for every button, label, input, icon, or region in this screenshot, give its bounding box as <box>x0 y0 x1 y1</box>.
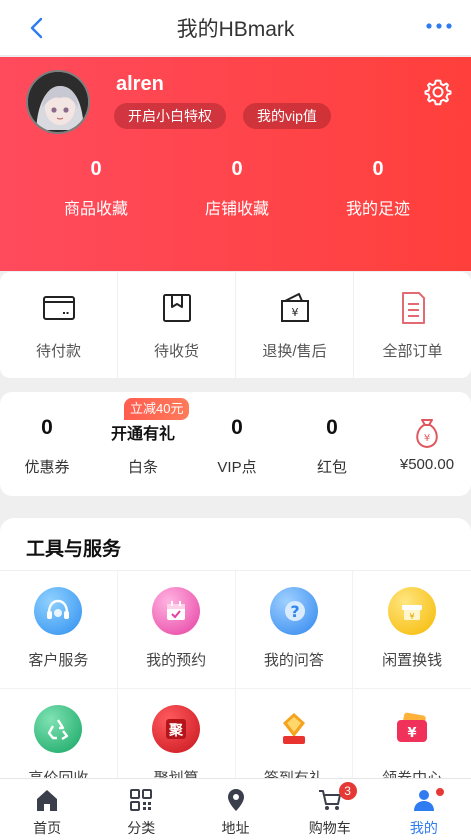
vip-points-label: VIP点 <box>217 459 257 476</box>
assets-card: 立减40元 0 优惠券 开通有礼 白条 0 VIP点 0 红包 ¥500.00 <box>0 392 471 496</box>
tool-customer-service[interactable]: 客户服务 <box>0 571 118 689</box>
category-icon <box>130 789 153 811</box>
favorite-shops-label: 店铺收藏 <box>204 201 269 218</box>
tab-category-label: 分类 <box>127 820 156 836</box>
gold-box-icon: ¥ <box>388 587 437 635</box>
order-pending-payment-label: 待付款 <box>35 343 81 360</box>
tab-home-label: 首页 <box>33 820 62 836</box>
order-list-icon <box>401 292 425 324</box>
footprint-label: 我的足迹 <box>345 201 410 218</box>
footprint-count: 0 <box>372 158 384 180</box>
tab-category[interactable]: 分类 <box>94 779 188 840</box>
order-pending-payment[interactable]: 待付款 <box>0 272 118 378</box>
top-nav-bar: 我的HBmark <box>0 0 471 56</box>
favorite-goods-label: 商品收藏 <box>63 201 128 218</box>
tool-idle-exchange-label: 闲置换钱 <box>382 652 443 669</box>
order-all-label: 全部订单 <box>382 343 443 360</box>
tool-qa-label: 我的问答 <box>263 652 324 669</box>
wallet-icon <box>42 296 75 320</box>
user-icon <box>413 790 434 811</box>
baitiao-label: 白条 <box>127 459 158 476</box>
order-all[interactable]: 全部订单 <box>354 272 471 378</box>
svg-text:¥: ¥ <box>408 726 417 741</box>
tab-address-label: 地址 <box>221 820 250 836</box>
coupon-count: 0 <box>41 416 53 439</box>
tools-title: 工具与服务 <box>26 539 122 560</box>
order-shortcuts: 待付款 待收货 ¥ 退换/售后 全部订单 <box>0 272 471 378</box>
favorite-goods-count: 0 <box>90 158 102 180</box>
tab-address[interactable]: 地址 <box>188 779 282 840</box>
tab-cart-label: 购物车 <box>308 820 351 836</box>
tab-cart[interactable]: 3 购物车 <box>283 779 377 840</box>
balance-amount: ¥500.00 <box>399 456 455 473</box>
profile-header: alren 开启小白特权 我的vip值 0 商品收藏 0 店铺收藏 0 我的足迹 <box>0 57 471 271</box>
promo-badge: 立减40元 <box>124 398 190 420</box>
money-bag-icon: ¥ <box>416 419 438 448</box>
favorite-shops-stat[interactable]: 0 店铺收藏 <box>177 155 297 219</box>
svg-text:¥: ¥ <box>291 306 298 319</box>
tab-home[interactable]: 首页 <box>0 779 94 840</box>
question-icon: ? <box>269 587 318 635</box>
coupon-icon: ¥ <box>388 705 436 753</box>
svg-text:?: ? <box>290 602 299 621</box>
red-packet-label: 红包 <box>316 459 347 476</box>
order-refund-label: 退换/售后 <box>262 343 327 360</box>
recycle-icon <box>34 705 83 753</box>
customer-service-icon <box>34 587 83 635</box>
baitiao-value: 开通有礼 <box>110 426 175 443</box>
order-refund-aftersale[interactable]: ¥ 退换/售后 <box>236 272 354 378</box>
white-privilege-tag[interactable]: 开启小白特权 <box>114 103 226 129</box>
location-icon <box>227 789 244 811</box>
tool-qa[interactable]: ? 我的问答 <box>235 571 354 689</box>
home-icon <box>37 790 58 811</box>
page-title: 我的HBmark <box>176 17 295 41</box>
svg-text:¥: ¥ <box>410 612 415 621</box>
refund-icon: ¥ <box>280 293 309 322</box>
tool-juhuasuan[interactable]: 聚 聚划算 <box>118 689 236 788</box>
checkin-icon <box>270 705 318 753</box>
calendar-icon <box>152 587 201 635</box>
cart-badge: 3 <box>338 782 357 800</box>
tool-appointment[interactable]: 我的预约 <box>117 571 236 689</box>
tools-section: 工具与服务 客户服务 我的预约 ? 我的问答 ¥ 闲置换钱 聚 ¥ <box>0 518 471 788</box>
vip-points-count: 0 <box>231 416 243 439</box>
order-pending-receipt[interactable]: 待收货 <box>118 272 236 378</box>
more-icon[interactable] <box>425 18 453 34</box>
back-arrow-icon[interactable] <box>26 16 50 40</box>
order-pending-receipt-label: 待收货 <box>153 343 199 360</box>
tab-mine[interactable]: 我的 <box>377 779 471 840</box>
favorite-goods-stat[interactable]: 0 商品收藏 <box>36 155 156 219</box>
package-icon <box>162 294 191 322</box>
tool-customer-service-label: 客户服务 <box>28 652 89 669</box>
coupon-label: 优惠券 <box>24 459 70 476</box>
tool-recycle[interactable]: 高价回收 <box>0 689 118 788</box>
tool-checkin[interactable]: 签到有礼 <box>236 689 354 788</box>
footprint-stat[interactable]: 0 我的足迹 <box>318 155 438 219</box>
tools-grid: 客户服务 我的预约 ? 我的问答 ¥ 闲置换钱 高价回收 <box>0 571 471 788</box>
settings-gear-icon[interactable] <box>423 77 453 107</box>
vip-value-tag[interactable]: 我的vip值 <box>243 103 331 129</box>
notification-dot <box>434 787 445 797</box>
tool-coupon-center[interactable]: ¥ 领券中心 <box>353 689 471 788</box>
red-packet-count: 0 <box>326 416 338 439</box>
avatar[interactable] <box>26 70 90 134</box>
favorite-shops-count: 0 <box>231 158 243 180</box>
svg-text:¥: ¥ <box>424 433 430 444</box>
tool-idle-exchange[interactable]: ¥ 闲置换钱 <box>353 571 471 689</box>
svg-text:聚: 聚 <box>168 723 184 739</box>
ju-icon: 聚 <box>152 705 201 753</box>
bottom-tab-bar: 首页 分类 地址 3 购物车 我的 <box>0 778 471 840</box>
username: alren <box>116 73 164 95</box>
tab-mine-label: 我的 <box>409 820 438 836</box>
tool-appointment-label: 我的预约 <box>146 652 207 669</box>
